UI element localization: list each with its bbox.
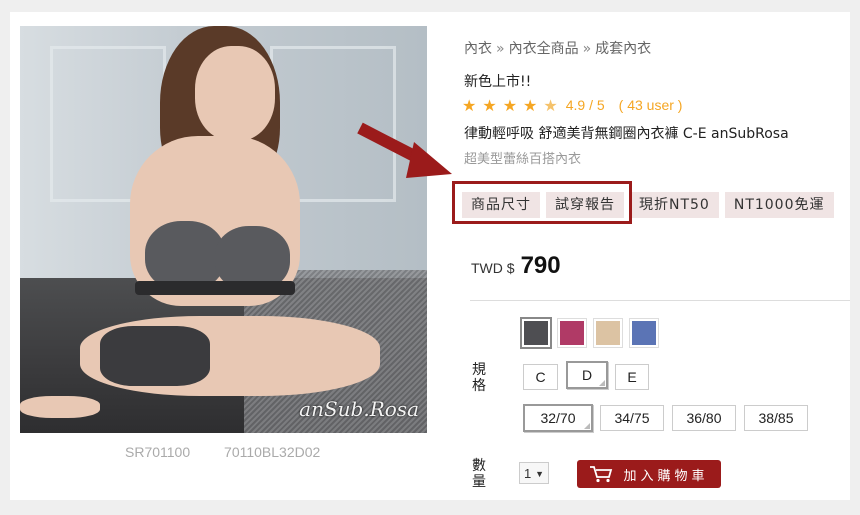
rating: ★ ★ ★ ★ ★ 4.9 / 5 ( 43 user ) bbox=[462, 95, 682, 115]
star-icon: ★ bbox=[523, 95, 538, 115]
price: TWD $ 790 bbox=[471, 252, 561, 280]
half-star-icon: ★ bbox=[543, 95, 558, 115]
breadcrumb-item[interactable]: 成套內衣 bbox=[595, 41, 651, 57]
photo-logo: anSub.Rosa bbox=[299, 397, 419, 421]
model-face bbox=[195, 46, 275, 141]
color-swatches bbox=[522, 319, 666, 347]
red-arrow-icon bbox=[357, 122, 452, 178]
breadcrumb-item[interactable]: 內衣全商品 bbox=[509, 41, 579, 57]
highlight-box bbox=[452, 181, 632, 224]
product-sku: 70110BL32D02 bbox=[224, 444, 321, 460]
star-icon: ★ bbox=[502, 95, 518, 115]
divider bbox=[470, 300, 850, 301]
band-size-38-85[interactable]: 38/85 bbox=[744, 405, 808, 431]
promo-text: 新色上市!! bbox=[464, 74, 532, 90]
product-code: SR701100 bbox=[125, 444, 191, 460]
cup-size-e[interactable]: E bbox=[615, 364, 649, 390]
quantity-select[interactable]: 1 ▼ bbox=[519, 462, 549, 484]
product-photo[interactable]: anSub.Rosa bbox=[20, 26, 427, 433]
breadcrumb-separator: » bbox=[582, 41, 592, 57]
rating-value: 4.9 / 5 bbox=[565, 97, 605, 113]
free-shipping-tag[interactable]: NT1000免運 bbox=[724, 192, 834, 218]
product-name: 律動輕呼吸 舒適美背無鋼圈內衣褲 C-E anSubRosa bbox=[464, 126, 789, 142]
rating-count[interactable]: ( 43 user ) bbox=[619, 97, 683, 113]
qty-label: 數量 bbox=[472, 458, 486, 490]
product-codes: SR701100 70110BL32D02 bbox=[125, 444, 350, 460]
color-swatch-blue[interactable] bbox=[630, 319, 658, 347]
star-icon: ★ bbox=[482, 95, 497, 115]
price-currency: TWD $ bbox=[471, 260, 515, 276]
band-size-36-80[interactable]: 36/80 bbox=[672, 405, 736, 431]
star-icon: ★ bbox=[462, 95, 477, 115]
caret-down-icon: ▼ bbox=[535, 469, 544, 479]
breadcrumb: 內衣» 內衣全商品» 成套內衣 bbox=[464, 38, 651, 58]
color-swatch-gray[interactable] bbox=[522, 319, 550, 347]
discount-tag[interactable]: 現折NT50 bbox=[630, 192, 719, 218]
breadcrumb-item[interactable]: 內衣 bbox=[464, 41, 492, 57]
band-size-32-70[interactable]: 32/70 bbox=[523, 404, 593, 432]
quantity-value: 1 bbox=[524, 466, 532, 481]
price-amount: 790 bbox=[520, 252, 561, 279]
cup-size-d[interactable]: D bbox=[566, 361, 608, 389]
cup-size-c[interactable]: C bbox=[523, 364, 558, 390]
color-swatch-rose[interactable] bbox=[558, 319, 586, 347]
add-to-cart-button[interactable]: 加入購物車 bbox=[577, 460, 721, 488]
band-size-34-75[interactable]: 34/75 bbox=[600, 405, 664, 431]
product-subtitle: 超美型蕾絲百搭內衣 bbox=[464, 152, 582, 167]
spec-label: 規格 bbox=[472, 362, 486, 394]
model-arm bbox=[20, 396, 100, 418]
color-swatch-beige[interactable] bbox=[594, 319, 622, 347]
cart-icon bbox=[590, 466, 613, 483]
model-brief bbox=[100, 326, 210, 386]
breadcrumb-separator: » bbox=[496, 41, 505, 57]
model-bra-band bbox=[135, 281, 295, 295]
add-to-cart-label: 加入購物車 bbox=[623, 468, 709, 484]
